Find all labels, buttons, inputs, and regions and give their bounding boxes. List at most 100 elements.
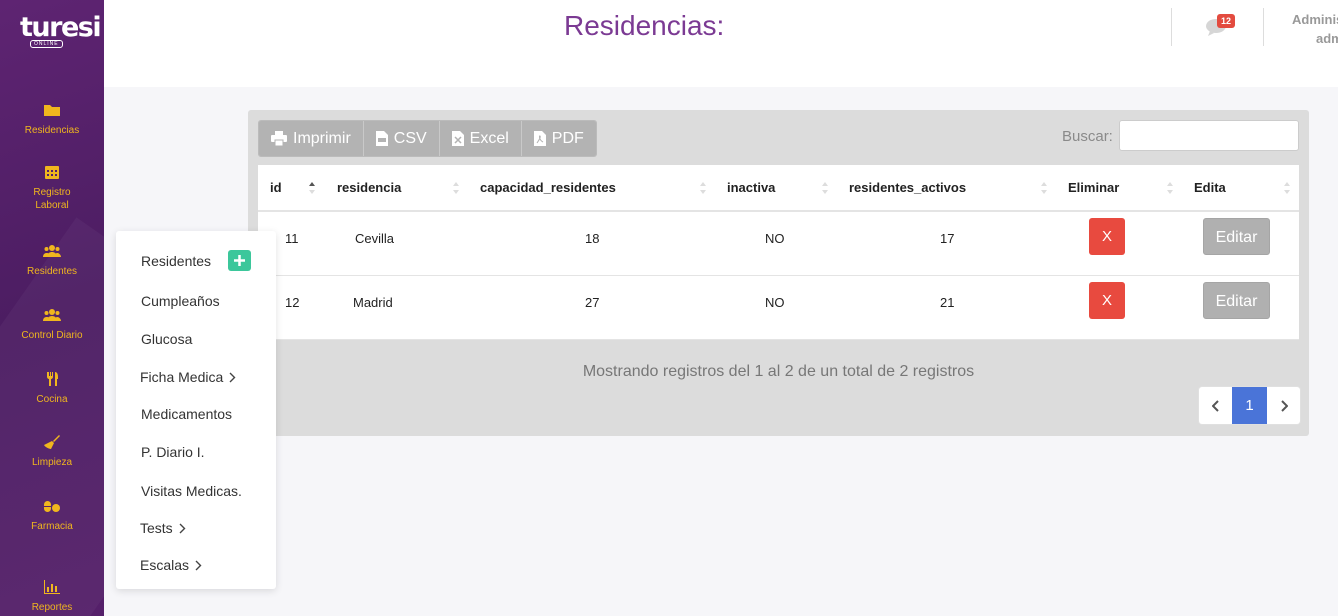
sidebar-item-farmacia[interactable]: Farmacia	[0, 498, 104, 533]
sidebar-item-label: Limpieza	[31, 457, 73, 468]
edit-button[interactable]: Editar	[1203, 281, 1270, 319]
submenu-item-escalas[interactable]: Escalas	[140, 557, 202, 573]
edit-button[interactable]: Editar	[1203, 218, 1270, 255]
page-title: Residencias:	[564, 10, 725, 41]
sort-icon	[1284, 182, 1290, 194]
cell-eliminar: X	[1056, 275, 1182, 340]
submenu-item-cumpleanos[interactable]: Cumpleaños	[141, 293, 220, 309]
print-button[interactable]: Imprimir	[259, 121, 364, 156]
table-info: Mostrando registros del 1 al 2 de un tot…	[582, 363, 975, 380]
user-name[interactable]: Adminis	[1292, 12, 1338, 27]
chevron-right-icon	[195, 560, 202, 570]
sort-icon	[453, 182, 459, 194]
sort-icon	[1041, 182, 1047, 194]
column-header-label: Eliminar	[1068, 180, 1120, 195]
submenu-item-label: Residentes	[141, 253, 212, 269]
cell-inactiva: NO	[715, 275, 837, 340]
previous-page-button[interactable]	[1199, 387, 1232, 424]
user-role[interactable]: adm	[1316, 31, 1338, 46]
residencias-panel: Imprimir CSV Excel PDF Buscar: id reside…	[248, 110, 1309, 436]
calendar-icon	[45, 166, 59, 179]
cell-edita: Editar	[1182, 275, 1299, 340]
sort-asc-icon	[309, 182, 315, 194]
app-logo[interactable]: turesi ONLINE	[20, 14, 102, 50]
pdf-label: PDF	[551, 129, 584, 147]
next-page-button[interactable]	[1267, 387, 1300, 424]
column-header-label: capacidad_residentes	[480, 180, 616, 195]
submenu-item-label: P. Diario I.	[141, 444, 205, 460]
sidebar-item-label: Reportes	[31, 602, 73, 613]
cell-inactiva: NO	[715, 211, 837, 276]
chevron-left-icon	[1211, 399, 1219, 412]
cell-capacidad: 18	[468, 211, 715, 276]
pdf-button[interactable]: PDF	[521, 121, 596, 156]
submenu-item-medicamentos[interactable]: Medicamentos	[141, 406, 232, 422]
excel-label: Excel	[469, 129, 509, 147]
submenu-item-ficha-medica[interactable]: Ficha Medica	[140, 369, 236, 385]
sidebar-item-limpieza[interactable]: Limpieza	[0, 434, 104, 469]
search-label: Buscar:	[1062, 128, 1113, 145]
submenu-item-tests[interactable]: Tests	[140, 520, 186, 536]
excel-file-icon	[451, 131, 464, 146]
sidebar-item-cocina[interactable]: Cocina	[0, 371, 104, 406]
bar-chart-icon	[44, 580, 60, 594]
cell-residentes-activos: 21	[837, 275, 1056, 340]
csv-label: CSV	[393, 129, 427, 147]
column-header-residencia[interactable]: residencia	[325, 165, 468, 212]
column-header-id[interactable]: id	[258, 165, 325, 212]
delete-button[interactable]: X	[1089, 281, 1125, 319]
csv-button[interactable]: CSV	[363, 121, 440, 156]
column-header-capacidad[interactable]: capacidad_residentes	[468, 165, 715, 212]
column-header-label: residentes_activos	[849, 180, 967, 195]
cell-eliminar: X	[1056, 211, 1182, 276]
users-icon	[43, 309, 61, 321]
submenu-item-p-diario[interactable]: P. Diario I.	[141, 444, 205, 460]
delete-button[interactable]: X	[1089, 218, 1125, 255]
cell-edita: Editar	[1182, 211, 1299, 276]
column-header-label: inactiva	[727, 180, 776, 195]
sort-icon	[1167, 182, 1173, 194]
pdf-file-icon	[533, 131, 546, 146]
residencias-table: id residencia capacidad_residentes inact…	[258, 165, 1299, 340]
sidebar-item-control-diario[interactable]: Control Diario	[0, 307, 104, 342]
print-icon	[271, 131, 287, 146]
cell-residentes-activos: 17	[837, 211, 1056, 276]
sidebar-item-residencias[interactable]: Residencias	[0, 102, 104, 137]
sidebar-item-residentes[interactable]: Residentes	[0, 243, 104, 278]
column-header-residentes-activos[interactable]: residentes_activos	[837, 165, 1056, 212]
pills-icon	[44, 501, 60, 512]
submenu-item-residentes[interactable]: Residentes	[141, 253, 211, 269]
table-header-row: id residencia capacidad_residentes inact…	[258, 165, 1299, 212]
header-divider	[1171, 8, 1172, 46]
table-row: 11 Cevilla 18 NO 17 X Editar	[258, 211, 1299, 276]
header-divider	[1263, 8, 1264, 46]
sidebar-item-label: Residencias	[24, 125, 80, 136]
submenu-item-visitas-medicas[interactable]: Visitas Medicas.	[141, 483, 242, 499]
notifications-badge: 12	[1217, 14, 1236, 28]
print-label: Imprimir	[293, 129, 351, 147]
submenu-item-glucosa[interactable]: Glucosa	[141, 331, 192, 347]
column-header-inactiva[interactable]: inactiva	[715, 165, 837, 212]
top-header: Residencias: 12 Adminis adm	[104, 0, 1338, 87]
column-header-label: id	[270, 180, 282, 195]
sort-icon	[822, 182, 828, 194]
sort-icon	[700, 182, 706, 194]
excel-button[interactable]: Excel	[439, 121, 522, 156]
cell-residencia: Madrid	[325, 275, 468, 340]
users-icon	[43, 245, 61, 257]
chevron-right-icon	[1280, 399, 1288, 412]
sidebar: turesi ONLINE Residencias Registro Labor…	[0, 0, 104, 616]
submenu-item-label: Ficha Medica	[140, 369, 224, 385]
add-resident-button[interactable]	[228, 250, 251, 271]
page-button-1[interactable]: 1	[1232, 387, 1267, 424]
sidebar-item-label: Control Diario	[21, 330, 83, 341]
sidebar-item-reportes[interactable]: Reportes	[0, 579, 104, 614]
pagination: 1	[1199, 387, 1300, 424]
search-input[interactable]	[1119, 120, 1299, 151]
column-header-eliminar[interactable]: Eliminar	[1056, 165, 1182, 212]
column-header-edita[interactable]: Edita	[1182, 165, 1299, 212]
sidebar-item-registro-laboral[interactable]: Registro Laboral	[0, 164, 104, 212]
submenu-item-label: Visitas Medicas.	[141, 483, 242, 499]
table-row: 12 Madrid 27 NO 21 X Editar	[258, 275, 1299, 340]
submenu-item-label: Glucosa	[141, 331, 193, 347]
